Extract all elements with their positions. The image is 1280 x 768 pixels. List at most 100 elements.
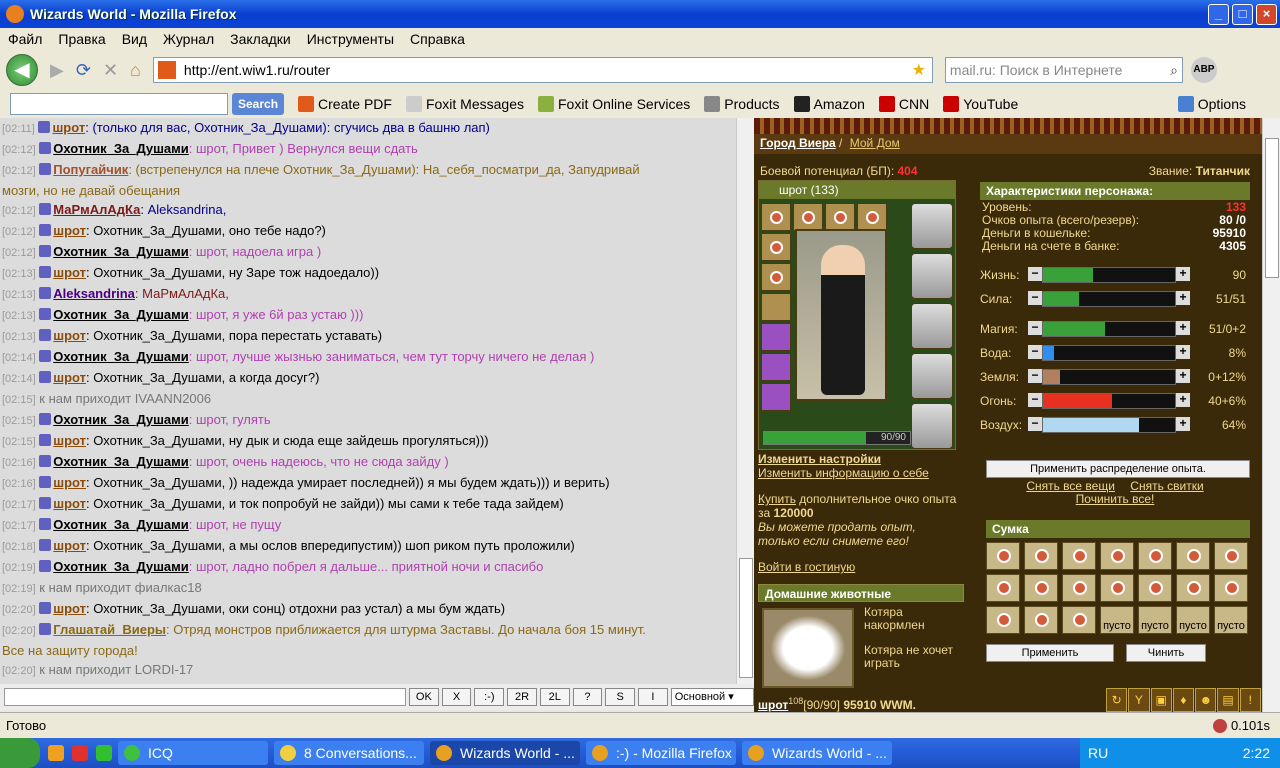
bag-slot[interactable] [1024,542,1058,570]
cnn-button[interactable]: CNN [878,96,929,112]
bookmark-star-icon[interactable]: ★ [912,60,926,80]
buy-link[interactable]: Купить [758,492,796,506]
bag-slot[interactable] [1024,574,1058,602]
chat-nick[interactable]: Охотник_За_Душами [53,517,189,532]
menu-view[interactable]: Вид [122,31,147,47]
url-bar[interactable]: http://ent.wiw1.ru/router ★ [152,57,933,83]
group-icon[interactable]: ☻ [1195,688,1217,712]
chat-nick[interactable]: Охотник_За_Душами [53,559,189,574]
change-info-link[interactable]: Изменить информацию о себе [758,466,958,480]
bag-slot-empty[interactable]: пусто [1176,606,1210,634]
change-settings-link[interactable]: Изменить настройки [758,452,958,466]
item-slot[interactable] [761,353,791,381]
bag-slot[interactable] [1138,542,1172,570]
city-link[interactable]: Город Виера [760,136,836,150]
lounge-link[interactable]: Войти в гостиную [758,560,958,574]
chat-scroll-thumb[interactable] [739,558,753,678]
remove-items-link[interactable]: Снять все вещи [1026,479,1115,493]
back-button[interactable]: ◀ [6,54,38,86]
increase-icon[interactable]: + [1176,417,1190,431]
chat-nick[interactable]: Охотник_За_Душами [53,141,189,156]
helmet-icon[interactable] [911,203,953,249]
chat-nick[interactable]: Охотник_За_Душами [53,454,189,469]
item-slot[interactable] [761,263,791,291]
create-pdf-button[interactable]: Create PDF [298,96,392,112]
start-button[interactable] [0,738,40,768]
minimize-button[interactable]: _ [1208,4,1229,25]
potion-icon[interactable]: ♦ [1172,688,1195,712]
bag-slot[interactable] [1062,542,1096,570]
decrease-icon[interactable]: − [1028,393,1042,407]
chat-nick[interactable]: Охотник_За_Душами [53,349,189,364]
item-slot[interactable] [761,323,791,351]
options-button[interactable]: Options [1177,96,1246,112]
foxit-online-button[interactable]: Foxit Online Services [538,96,690,112]
bag-slot[interactable] [1176,574,1210,602]
shield-icon[interactable] [911,303,953,349]
bag-slot[interactable] [1176,542,1210,570]
chat-nick[interactable]: шрот [53,496,86,511]
apply-button[interactable]: Применить [986,644,1114,662]
youtube-button[interactable]: YouTube [943,96,1018,112]
task-smiley-firefox[interactable]: :-) - Mozilla Firefox [586,741,736,765]
chest-icon[interactable]: ▣ [1150,688,1172,712]
bag-slot[interactable] [1024,606,1058,634]
decrease-icon[interactable]: − [1028,369,1042,383]
chat-nick[interactable]: шрот [53,328,86,343]
chat-nick[interactable]: Попугайчик [53,162,128,177]
task-wizards-world-active[interactable]: Wizards World - ... [430,741,580,765]
bag-slot[interactable] [1062,574,1096,602]
game-scroll-thumb[interactable] [1265,138,1279,278]
chat-nick[interactable]: шрот [53,370,86,385]
summary-name[interactable]: шрот [758,698,788,712]
chat-nick[interactable]: Охотник_За_Душами [53,244,189,259]
item-slot[interactable] [761,233,791,261]
adblock-button[interactable]: ABP [1190,57,1217,83]
chat-ok-button[interactable]: OK [409,688,439,706]
menu-bookmarks[interactable]: Закладки [230,31,291,47]
search-icon[interactable]: ⌕ [1170,62,1178,79]
apply-exp-button[interactable]: Применить распределение опыта. [986,460,1250,478]
item-slot[interactable] [761,293,791,321]
item-slot[interactable] [761,203,791,231]
chat-nick[interactable]: шрот [53,433,86,448]
repair-button[interactable]: Чинить [1126,644,1206,662]
item-slot[interactable] [793,203,823,231]
sword-icon[interactable] [911,253,953,299]
task-wizards-world[interactable]: Wizards World - ... [742,741,892,765]
book-icon[interactable]: ▤ [1217,688,1239,712]
repair-all-link[interactable]: Починить все! [1076,492,1155,506]
menu-file[interactable]: Файл [8,31,42,47]
stop-icon[interactable]: ✕ [103,60,118,81]
bag-slot-empty[interactable]: пусто [1138,606,1172,634]
chat-2l-button[interactable]: 2L [539,688,570,706]
armor-icon[interactable] [911,353,953,399]
close-button[interactable]: × [1256,4,1277,25]
increase-icon[interactable]: + [1176,345,1190,359]
bag-slot[interactable] [1214,574,1248,602]
menu-edit[interactable]: Правка [58,31,105,47]
language-indicator[interactable]: RU [1088,745,1108,761]
bag-slot[interactable] [986,606,1020,634]
channel-select[interactable]: Основной ▾ [670,688,754,706]
bag-slot[interactable] [1138,574,1172,602]
increase-icon[interactable]: + [1176,393,1190,407]
decrease-icon[interactable]: − [1028,321,1042,335]
tree-icon[interactable]: Y [1128,688,1150,712]
bag-slot[interactable] [1100,574,1134,602]
chat-scrollbar[interactable] [736,118,754,684]
quicklaunch-icon[interactable] [72,745,88,761]
quicklaunch-icon[interactable] [96,745,112,761]
decrease-icon[interactable]: − [1028,267,1042,281]
home-icon[interactable]: ⌂ [130,60,141,81]
toolbar-search-button[interactable]: Search [232,93,285,115]
bag-slot[interactable] [1214,542,1248,570]
decrease-icon[interactable]: − [1028,291,1042,305]
remove-scrolls-link[interactable]: Снять свитки [1130,479,1203,493]
chat-nick[interactable]: Aleksandrina [53,286,135,301]
bag-slot[interactable] [1100,542,1134,570]
chat-input[interactable] [4,688,406,706]
item-slot[interactable] [857,203,887,231]
chat-nick[interactable]: шрот [52,120,85,135]
task-icq[interactable]: ICQ [118,741,268,765]
